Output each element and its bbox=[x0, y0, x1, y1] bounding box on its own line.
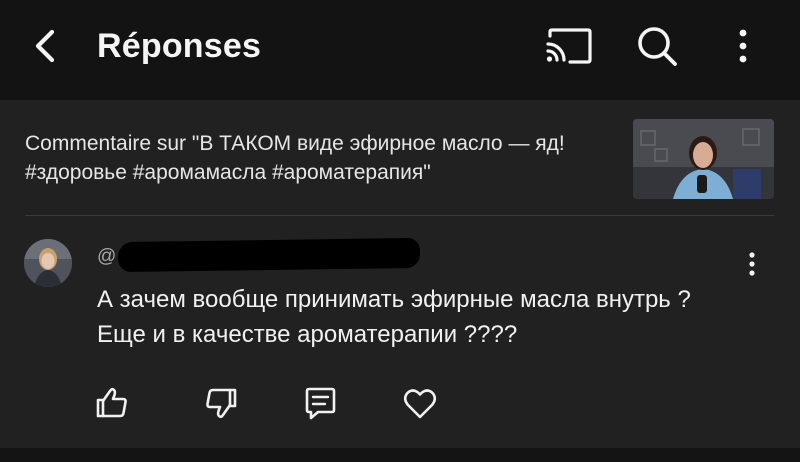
heart-button[interactable] bbox=[400, 383, 440, 423]
like-button[interactable] bbox=[92, 383, 132, 423]
avatar[interactable] bbox=[24, 239, 72, 287]
chevron-left-icon bbox=[35, 29, 55, 63]
redacted-username bbox=[117, 237, 421, 273]
comment-options-button[interactable] bbox=[738, 250, 766, 280]
bottom-strip bbox=[0, 448, 800, 462]
comment-author-prefix: @ bbox=[97, 246, 117, 267]
top-app-bar: Réponses bbox=[0, 0, 800, 100]
video-thumbnail[interactable] bbox=[633, 119, 774, 199]
comment-text: А зачем вообще принимать эфирные масла в… bbox=[97, 286, 691, 348]
more-options-button[interactable] bbox=[728, 24, 758, 68]
reply-button[interactable] bbox=[300, 383, 340, 423]
page-title: Réponses bbox=[97, 27, 262, 65]
comment-icon bbox=[305, 387, 336, 420]
thumbnail-image bbox=[633, 119, 774, 199]
cast-icon bbox=[546, 28, 592, 64]
dislike-button[interactable] bbox=[201, 383, 241, 423]
avatar-image bbox=[24, 239, 72, 287]
context-title[interactable]: Commentaire sur "В ТАКОМ виде эфирное ма… bbox=[25, 129, 620, 187]
thumbs-down-icon bbox=[206, 388, 237, 419]
search-icon bbox=[638, 27, 677, 66]
vertical-dots-icon bbox=[749, 252, 755, 276]
divider bbox=[25, 215, 774, 216]
search-button[interactable] bbox=[633, 22, 681, 70]
back-button[interactable] bbox=[26, 26, 66, 66]
cast-button[interactable] bbox=[544, 26, 594, 66]
video-context: Commentaire sur "В ТАКОМ виде эфирное ма… bbox=[0, 100, 800, 216]
thumbs-up-icon bbox=[96, 387, 127, 418]
heart-icon bbox=[403, 389, 437, 419]
vertical-dots-icon bbox=[739, 29, 747, 63]
